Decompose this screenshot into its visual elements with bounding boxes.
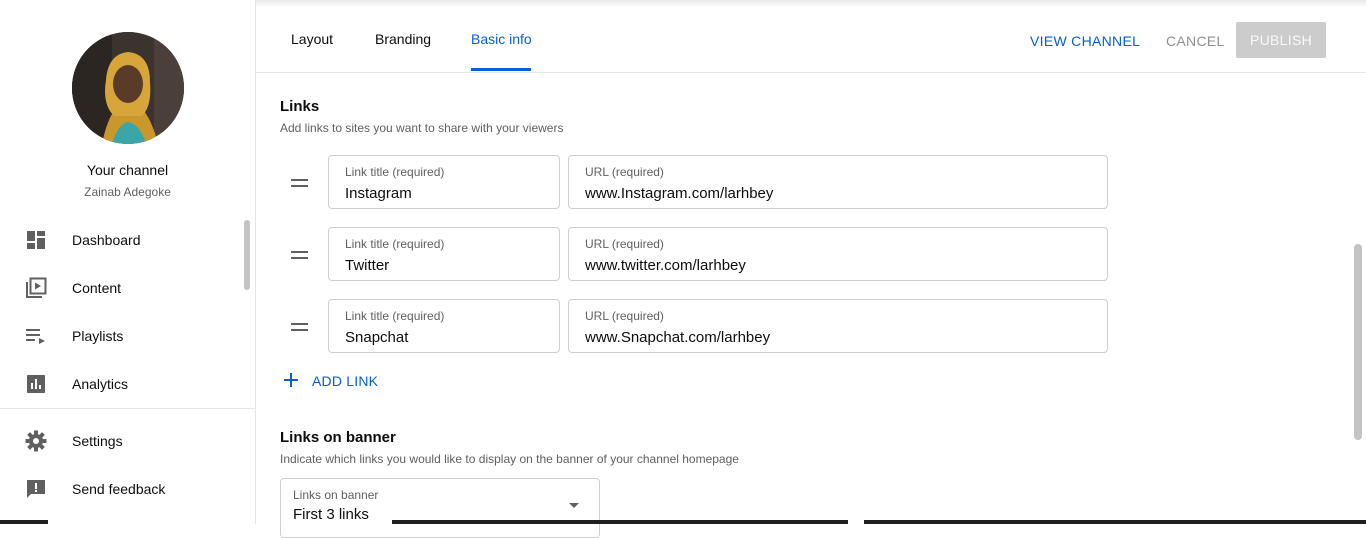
link-title-field[interactable]: Link title (required) Snapchat (328, 299, 560, 353)
sidebar-item-analytics[interactable]: Analytics (0, 360, 240, 408)
field-value: www.twitter.com/larhbey (585, 257, 746, 274)
dashboard-icon (24, 228, 48, 252)
tab-basic-info[interactable]: Basic info (471, 8, 532, 70)
field-label: URL (required) (585, 237, 664, 251)
select-value: First 3 links (293, 506, 369, 523)
links-on-banner-select[interactable]: Links on banner First 3 links (280, 478, 600, 538)
sidebar-item-label: Send feedback (72, 481, 166, 497)
sidebar-item-label: Content (72, 280, 122, 296)
link-title-field[interactable]: Link title (required) Twitter (328, 227, 560, 281)
content-icon (24, 276, 48, 300)
sidebar-item-send-feedback[interactable]: Send feedback (0, 465, 240, 513)
sidebar-item-label: Settings (72, 433, 123, 449)
channel-name: Zainab Adegoke (84, 185, 171, 199)
field-label: Link title (required) (345, 165, 445, 179)
sidebar-item-label: Dashboard (72, 232, 141, 248)
sidebar-item-settings[interactable]: Settings (0, 417, 240, 465)
bottom-strip (864, 520, 1366, 524)
bottom-strip (392, 520, 848, 524)
cancel-button[interactable]: CANCEL (1166, 23, 1225, 59)
publish-button[interactable]: PUBLISH (1236, 22, 1326, 58)
header: Layout Branding Basic info VIEW CHANNEL … (256, 8, 1366, 73)
drag-handle-icon[interactable] (291, 323, 308, 331)
channel-title: Your channel (86, 162, 169, 178)
tab-branding[interactable]: Branding (375, 8, 431, 70)
field-value: Snapchat (345, 329, 409, 346)
link-url-field[interactable]: URL (required) www.Instagram.com/larhbey (568, 155, 1108, 209)
field-value: Twitter (345, 257, 390, 274)
banner-section-description: Indicate which links you would like to d… (280, 452, 739, 466)
main-scrollbar[interactable] (1354, 244, 1362, 440)
drag-handle-icon[interactable] (291, 179, 308, 187)
tab-layout[interactable]: Layout (291, 8, 333, 70)
feedback-icon (24, 477, 48, 501)
banner-section-title: Links on banner (280, 429, 396, 446)
field-value: www.Snapchat.com/larhbey (585, 329, 771, 346)
add-link-button[interactable]: ADD LINK (282, 368, 378, 394)
dropdown-arrow-icon (569, 503, 579, 508)
select-label: Links on banner (293, 488, 379, 502)
gear-icon (24, 429, 48, 453)
drag-handle-icon[interactable] (291, 251, 308, 259)
link-url-field[interactable]: URL (required) www.Snapchat.com/larhbey (568, 299, 1108, 353)
sidebar: Your channel Zainab Adegoke Dashboard Co… (0, 0, 256, 524)
analytics-icon (24, 372, 48, 396)
sidebar-item-playlists[interactable]: Playlists (0, 312, 240, 360)
field-label: URL (required) (585, 165, 664, 179)
sidebar-item-label: Playlists (72, 328, 124, 344)
sidebar-item-label: Analytics (72, 376, 129, 392)
avatar[interactable] (72, 32, 184, 144)
plus-icon (282, 371, 302, 392)
sidebar-item-content[interactable]: Content (0, 264, 240, 312)
field-value: Instagram (345, 185, 412, 202)
bottom-strip (0, 520, 48, 524)
sidebar-divider (0, 408, 255, 409)
link-url-field[interactable]: URL (required) www.twitter.com/larhbey (568, 227, 1108, 281)
link-title-field[interactable]: Link title (required) Instagram (328, 155, 560, 209)
sidebar-scrollbar[interactable] (244, 220, 250, 290)
active-tab-indicator (471, 68, 531, 71)
field-label: URL (required) (585, 309, 664, 323)
links-section-description: Add links to sites you want to share wit… (280, 121, 564, 135)
add-link-label: ADD LINK (312, 373, 379, 389)
links-section-title: Links (280, 98, 320, 115)
sidebar-item-dashboard[interactable]: Dashboard (0, 216, 240, 264)
field-label: Link title (required) (345, 237, 445, 251)
avatar-image (72, 32, 184, 144)
view-channel-button[interactable]: VIEW CHANNEL (1030, 23, 1140, 59)
field-value: www.Instagram.com/larhbey (585, 185, 774, 202)
field-label: Link title (required) (345, 309, 445, 323)
playlists-icon (24, 324, 48, 348)
